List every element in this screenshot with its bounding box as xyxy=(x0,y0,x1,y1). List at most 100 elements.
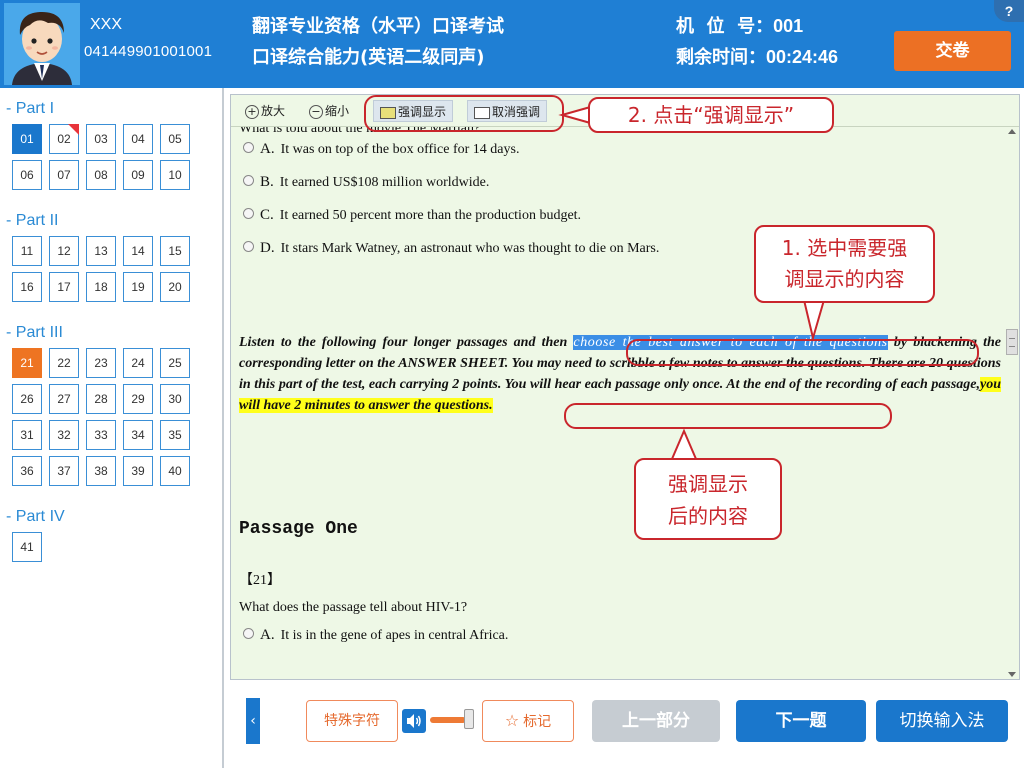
option-d[interactable]: D. It stars Mark Watney, an astronaut who… xyxy=(243,240,659,257)
scroll-thumb[interactable] xyxy=(1006,329,1018,355)
question-button-41[interactable]: 41 xyxy=(12,532,42,562)
user-name: XXX xyxy=(90,16,123,33)
option-b[interactable]: B. It earned US$108 million worldwide. xyxy=(243,174,489,191)
question-button-38[interactable]: 38 xyxy=(86,456,116,486)
question-button-08[interactable]: 08 xyxy=(86,160,116,190)
question-button-39[interactable]: 39 xyxy=(123,456,153,486)
part-2-title: - Part II xyxy=(6,212,59,229)
question-button-37[interactable]: 37 xyxy=(49,456,79,486)
option-text: It earned US$108 million worldwide. xyxy=(279,175,490,190)
option-text: It was on top of the box office for 14 d… xyxy=(280,142,520,157)
question-button-20[interactable]: 20 xyxy=(160,272,190,302)
minus-circle-icon: − xyxy=(309,104,323,119)
question-button-40[interactable]: 40 xyxy=(160,456,190,486)
zoom-in-label: 放大 xyxy=(261,104,286,118)
option-a[interactable]: A. It was on top of the box office for 14… xyxy=(243,141,519,158)
exam-window: XXX 041449901001001 翻译专业资格（水平）口译考试 口译综合能… xyxy=(0,0,1024,768)
question-button-03[interactable]: 03 xyxy=(86,124,116,154)
help-button[interactable]: ? xyxy=(994,0,1024,22)
callout-pointer xyxy=(802,299,826,342)
question-button-09[interactable]: 09 xyxy=(123,160,153,190)
question-content-frame: + 放大 − 缩小 强调显示 取消强调 What is told about the… xyxy=(230,94,1020,680)
scroll-down-icon[interactable] xyxy=(1008,672,1016,677)
question-button-13[interactable]: 13 xyxy=(86,236,116,266)
option-letter: D. xyxy=(260,240,275,256)
callout-result-line1: 强调显示 xyxy=(668,472,748,496)
radio-a[interactable] xyxy=(243,142,254,154)
question-button-36[interactable]: 36 xyxy=(12,456,42,486)
question-navigator: - Part I - Part II - Part III - Part IV … xyxy=(0,88,224,768)
collapse-arrow-button[interactable]: ‹ xyxy=(246,698,260,744)
option-c[interactable]: C. It earned 50 percent more than the pro… xyxy=(243,207,581,224)
part-4-title: - Part IV xyxy=(6,508,65,525)
toolbar-highlight-ring xyxy=(364,95,564,132)
radio-a[interactable] xyxy=(243,628,254,640)
question-button-16[interactable]: 16 xyxy=(12,272,42,302)
question-button-12[interactable]: 12 xyxy=(49,236,79,266)
question-button-25[interactable]: 25 xyxy=(160,348,190,378)
question-button-23[interactable]: 23 xyxy=(86,348,116,378)
volume-slider-track[interactable] xyxy=(430,717,466,723)
question-button-07[interactable]: 07 xyxy=(49,160,79,190)
scroll-up-icon[interactable] xyxy=(1008,129,1016,134)
mark-label: 标记 xyxy=(523,714,552,730)
question-button-29[interactable]: 29 xyxy=(123,384,153,414)
option-letter: C. xyxy=(260,207,274,223)
vertical-scrollbar[interactable] xyxy=(1005,127,1019,679)
radio-d[interactable] xyxy=(243,241,254,253)
zoom-out-button[interactable]: − 缩小 xyxy=(309,100,349,122)
part-3-title: - Part III xyxy=(6,324,63,341)
callout-pointer xyxy=(670,428,698,460)
radio-c[interactable] xyxy=(243,208,254,220)
exam-title: 翻译专业资格（水平）口译考试 xyxy=(252,16,504,37)
question-button-11[interactable]: 11 xyxy=(12,236,42,266)
q21-option-a[interactable]: A. It is in the gene of apes in central A… xyxy=(243,627,508,644)
special-characters-button[interactable]: 特殊字符 xyxy=(306,700,398,742)
question-button-34[interactable]: 34 xyxy=(123,420,153,450)
zoom-in-button[interactable]: + 放大 xyxy=(245,100,285,122)
volume-slider-thumb[interactable] xyxy=(464,709,474,729)
question-button-15[interactable]: 15 xyxy=(160,236,190,266)
instructions-text: Listen to the following four longer pass… xyxy=(239,335,574,350)
option-text: It is in the gene of apes in central Afr… xyxy=(280,628,509,643)
submit-exam-button[interactable]: 交卷 xyxy=(894,31,1011,71)
question-button-30[interactable]: 30 xyxy=(160,384,190,414)
time-label: 剩余时间： xyxy=(676,47,766,68)
question-scroll-area[interactable]: What is told about the movie The Martian… xyxy=(239,127,1003,677)
next-question-button[interactable]: 下一题 xyxy=(736,700,866,742)
question-button-33[interactable]: 33 xyxy=(86,420,116,450)
question-button-35[interactable]: 35 xyxy=(160,420,190,450)
question-button-27[interactable]: 27 xyxy=(49,384,79,414)
highlighted-ring xyxy=(564,403,892,429)
question-button-31[interactable]: 31 xyxy=(12,420,42,450)
question-button-10[interactable]: 10 xyxy=(160,160,190,190)
switch-input-method-button[interactable]: 切换输入法 xyxy=(876,700,1008,742)
question-button-18[interactable]: 18 xyxy=(86,272,116,302)
question-button-05[interactable]: 05 xyxy=(160,124,190,154)
callout-step-1-line2: 调显示的内容 xyxy=(784,267,905,291)
remaining-time-row: 剩余时间：00:24:46 xyxy=(676,43,838,69)
exam-subtitle: 口译综合能力(英语二级同声) xyxy=(252,47,485,68)
volume-icon[interactable] xyxy=(402,709,426,733)
callout-result-line2: 后的内容 xyxy=(668,504,748,528)
question-button-01[interactable]: 01 xyxy=(12,124,42,154)
question-button-32[interactable]: 32 xyxy=(49,420,79,450)
previous-section-button[interactable]: 上一部分 xyxy=(592,700,720,742)
seat-number-row: 机 位 号：001 xyxy=(676,12,803,38)
callout-step-2: 2. 点击“强调显示” xyxy=(588,97,834,133)
question-button-04[interactable]: 04 xyxy=(123,124,153,154)
question-button-02[interactable]: 02 xyxy=(49,124,79,154)
mark-button[interactable]: ☆ 标记 xyxy=(482,700,574,742)
question-button-06[interactable]: 06 xyxy=(12,160,42,190)
question-button-28[interactable]: 28 xyxy=(86,384,116,414)
question-button-14[interactable]: 14 xyxy=(123,236,153,266)
question-button-21[interactable]: 21 xyxy=(12,348,42,378)
question-button-19[interactable]: 19 xyxy=(123,272,153,302)
question-button-24[interactable]: 24 xyxy=(123,348,153,378)
star-icon: ☆ xyxy=(504,711,520,730)
radio-b[interactable] xyxy=(243,175,254,187)
question-button-22[interactable]: 22 xyxy=(49,348,79,378)
question-button-26[interactable]: 26 xyxy=(12,384,42,414)
question-button-17[interactable]: 17 xyxy=(49,272,79,302)
question-text: What does the passage tell about HIV-1? xyxy=(239,600,468,615)
